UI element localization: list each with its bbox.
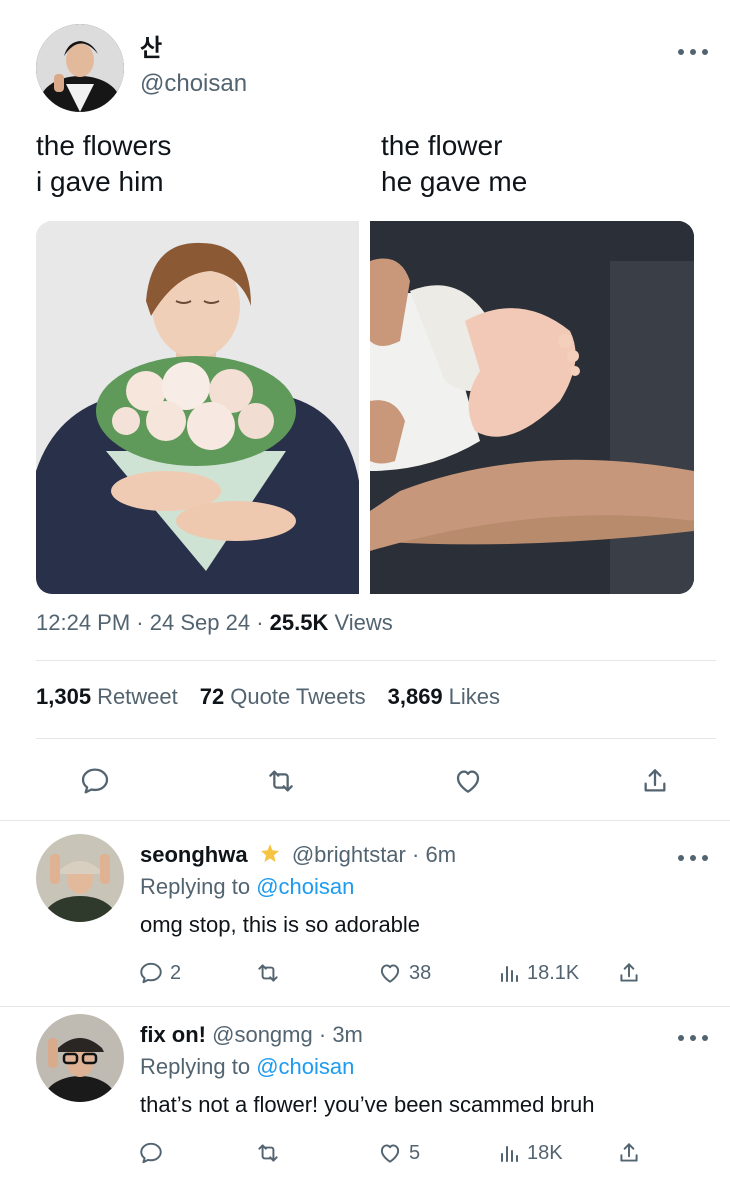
reply-button[interactable] [138,1138,170,1168]
reply-handle[interactable]: @brightstar [292,842,406,867]
retweets-stat[interactable]: 1,305 Retweet [36,684,178,710]
divider [36,660,716,661]
share-icon [644,769,666,792]
bar-chart-icon [501,966,518,982]
heart-icon [380,964,400,983]
reply-tweet[interactable]: seonghwa @brightstar · 6m Replying to @c… [0,820,730,1006]
more-dots-icon[interactable] [678,848,708,868]
retweets-label: Retweet [97,684,178,709]
share-button[interactable] [616,1138,642,1168]
photo-baby-foot[interactable] [370,221,694,594]
heart-icon [380,1144,400,1163]
more-dots-icon[interactable] [678,42,708,62]
share-button[interactable] [634,760,676,802]
retweet-button[interactable] [255,958,287,988]
retweet-icon [269,770,293,792]
quotes-stat[interactable]: 72 Quote Tweets [200,684,366,710]
reply-display-name[interactable]: seonghwa [140,842,248,867]
meta-separator: · [256,610,264,635]
retweet-button[interactable] [260,760,302,802]
tweet-actions [0,760,730,802]
replying-to-label: Replying to [140,874,251,899]
like-button[interactable]: 5 [377,1138,420,1168]
like-button[interactable] [447,760,489,802]
replying-to: Replying to @choisan [140,1054,354,1080]
views-label: Views [334,610,393,635]
tweet-time[interactable]: 12:24 PM [36,610,130,635]
views-button[interactable]: 18K [497,1138,563,1168]
reply-display-name[interactable]: fix on! [140,1022,206,1047]
photo-flowers[interactable] [36,221,359,594]
share-button[interactable] [616,958,642,988]
views-button[interactable]: 18.1K [497,958,579,988]
reply-actions: 2 38 18.1K [0,958,730,988]
reply-text: that’s not a flower! you’ve been scammed… [140,1092,595,1117]
speech-bubble-icon [140,1142,162,1164]
likes-count: 3,869 [387,684,443,709]
replying-to-mention[interactable]: @choisan [256,874,354,899]
reply-handle[interactable]: @songmg [212,1022,313,1047]
replying-to: Replying to @choisan [140,874,354,900]
reply-avatar[interactable] [36,1014,124,1102]
retweet-icon [258,1144,278,1162]
bar-chart-icon [501,1146,518,1162]
reply-time: 6m [425,842,457,867]
reply-avatar[interactable] [36,834,124,922]
more-dots-icon[interactable] [678,1028,708,1048]
quotes-label: Quote Tweets [230,684,366,709]
reply-header: seonghwa @brightstar · 6m [140,842,457,867]
replying-to-label: Replying to [140,1054,251,1079]
replying-to-mention[interactable]: @choisan [256,1054,354,1079]
tweet-date[interactable]: 24 Sep 24 [150,610,250,635]
meta-separator: · [136,610,144,635]
share-icon [620,1143,638,1162]
reply-tweet[interactable]: fix on! @songmg · 3m Replying to @choisa… [0,1000,730,1200]
author-avatar[interactable] [36,24,124,112]
reply-header: fix on! @songmg · 3m [140,1022,363,1047]
star-badge-icon [260,844,279,862]
reply-time: 3m [332,1022,363,1047]
quotes-count: 72 [199,684,225,709]
like-count: 38 [409,961,432,984]
heart-icon [456,770,480,793]
speech-bubble-icon [140,962,162,984]
views-count: 25.5K [269,610,329,635]
author-handle[interactable]: @choisan [140,70,247,98]
divider [36,738,716,739]
view-count: 18K [527,1141,563,1164]
engagement-stats: 1,305 Retweet 72 Quote Tweets 3,869 Likes [36,684,500,710]
main-tweet: 산 @choisan the flowers i gave him the fl… [0,0,730,820]
reply-button[interactable]: 2 [138,958,181,988]
like-count: 5 [409,1141,421,1164]
view-count: 18.1K [527,961,580,984]
likes-label: Likes [448,684,501,709]
author-display-name[interactable]: 산 [140,28,162,63]
reply-actions: 5 18K [0,1138,730,1168]
caption-right: the flower he gave me [381,130,528,197]
share-icon [620,963,638,982]
retweets-count: 1,305 [36,684,92,709]
retweet-button[interactable] [255,1138,287,1168]
like-button[interactable]: 38 [377,958,431,988]
caption-left: the flowers i gave him [36,130,172,197]
likes-stat[interactable]: 3,869 Likes [388,684,500,710]
reply-count: 2 [170,961,182,984]
reply-button[interactable] [74,760,116,802]
tweet-meta: 12:24 PM · 24 Sep 24 · 25.5K Views [36,610,393,636]
retweet-icon [258,964,278,982]
reply-text: omg stop, this is so adorable [140,912,421,937]
speech-bubble-icon [81,768,109,794]
